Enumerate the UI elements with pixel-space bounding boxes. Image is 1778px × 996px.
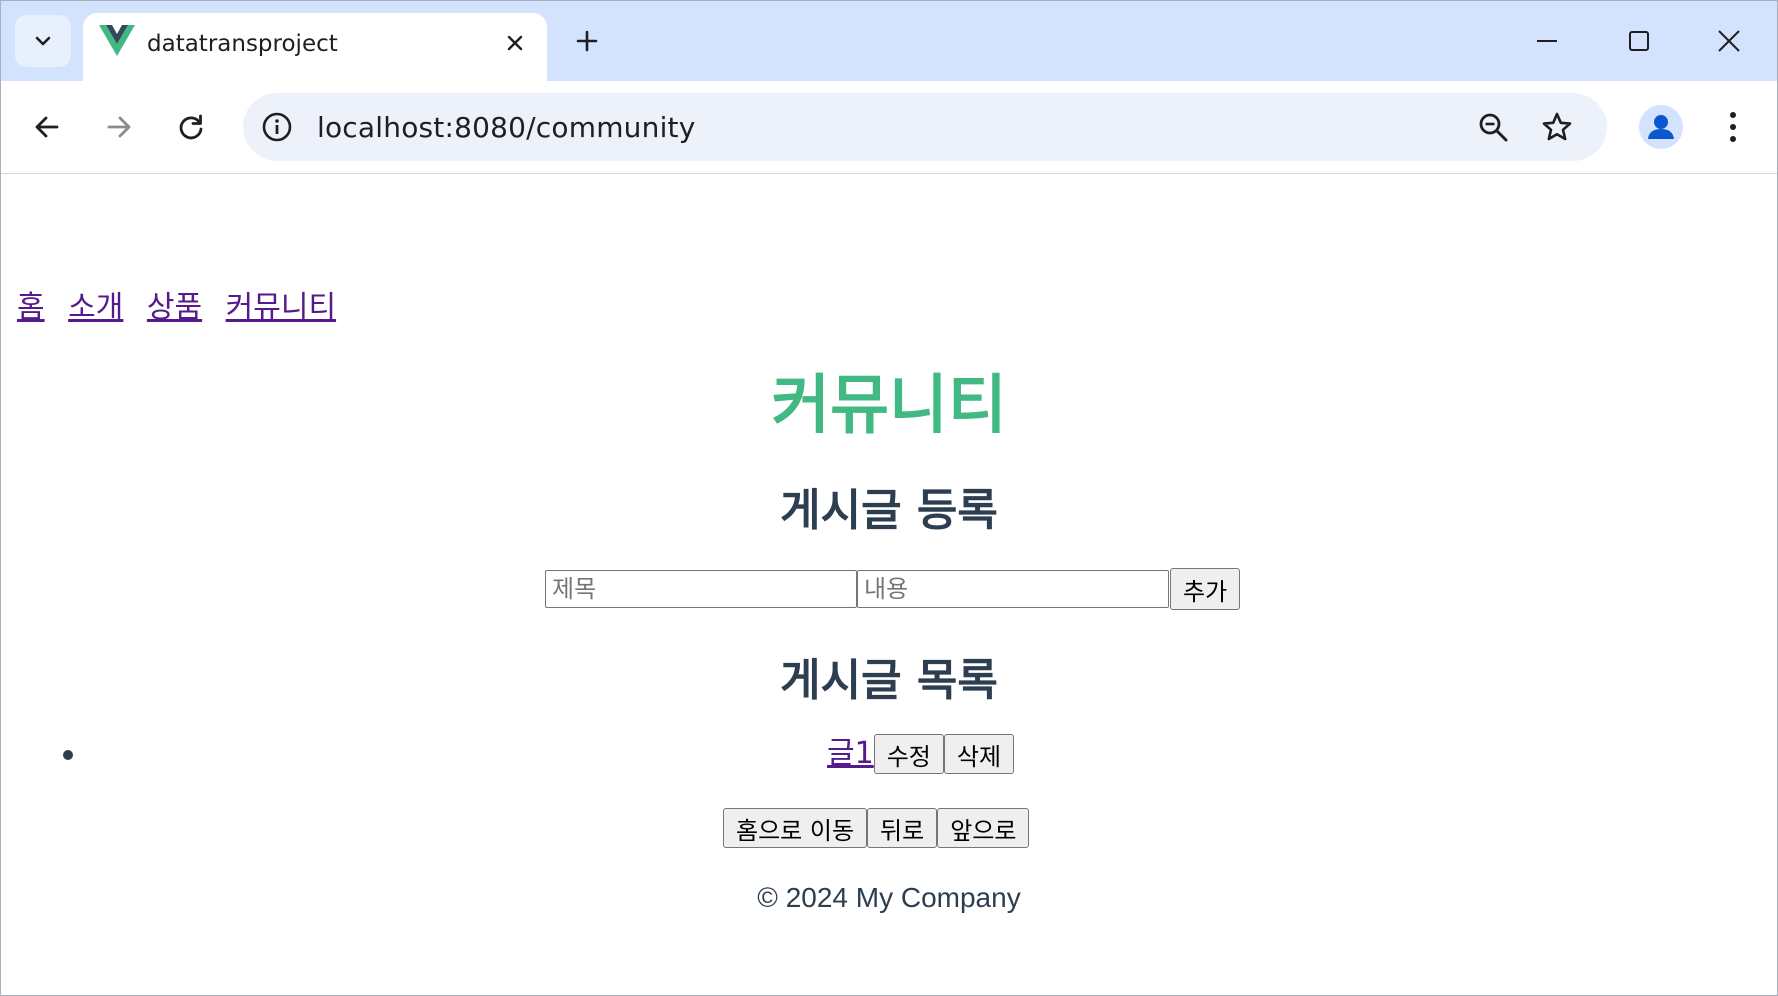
edit-button[interactable]: 수정 bbox=[873, 734, 944, 774]
minimize-icon bbox=[1537, 40, 1557, 42]
bookmark-button[interactable] bbox=[1537, 107, 1577, 147]
post-link[interactable]: 글1 bbox=[827, 734, 874, 774]
zoom-button[interactable] bbox=[1473, 107, 1513, 147]
more-vert-icon bbox=[1730, 112, 1736, 142]
tab-close-button[interactable] bbox=[499, 27, 531, 59]
new-tab-button[interactable] bbox=[567, 21, 607, 61]
go-forward-button[interactable]: 앞으로 bbox=[937, 808, 1030, 848]
nav-link-products[interactable]: 상품 bbox=[147, 290, 202, 325]
close-icon bbox=[507, 35, 523, 51]
minimize-button[interactable] bbox=[1517, 17, 1577, 65]
tab-title: datatransproject bbox=[147, 31, 338, 57]
zoom-out-icon bbox=[1479, 113, 1508, 142]
close-icon bbox=[1718, 30, 1740, 52]
forward-button[interactable] bbox=[95, 103, 143, 151]
tab-search-button[interactable] bbox=[15, 15, 71, 67]
tab-strip: datatransproject bbox=[1, 1, 1777, 81]
register-heading: 게시글 등록 bbox=[780, 485, 998, 536]
list-heading: 게시글 목록 bbox=[780, 655, 998, 706]
nav-link-community[interactable]: 커뮤니티 bbox=[226, 290, 336, 325]
chevron-down-icon bbox=[35, 36, 51, 46]
nav-link-about[interactable]: 소개 bbox=[68, 290, 123, 325]
browser-window: datatransproject localhost:8080/communit… bbox=[0, 0, 1778, 996]
arrow-right-icon bbox=[107, 116, 131, 138]
page-content: 홈 소개 상품 커뮤니티 커뮤니티 게시글 등록 추가 게시글 목록 글1 수정… bbox=[1, 174, 1777, 995]
title-input[interactable] bbox=[545, 570, 857, 608]
info-icon bbox=[262, 112, 292, 142]
navigation-buttons: 홈으로 이동 뒤로 앞으로 bbox=[723, 808, 1030, 848]
page-title: 커뮤니티 bbox=[771, 369, 1007, 443]
delete-button[interactable]: 삭제 bbox=[943, 734, 1015, 774]
plus-icon bbox=[576, 30, 598, 52]
reload-button[interactable] bbox=[167, 103, 215, 151]
profile-button[interactable] bbox=[1639, 105, 1683, 149]
go-home-button[interactable]: 홈으로 이동 bbox=[723, 808, 868, 848]
maximize-icon bbox=[1629, 31, 1649, 51]
top-nav: 홈 소개 상품 커뮤니티 bbox=[17, 282, 350, 326]
post-form: 추가 bbox=[545, 568, 1241, 610]
content-input[interactable] bbox=[857, 570, 1169, 608]
list-bullet bbox=[63, 750, 73, 760]
arrow-left-icon bbox=[35, 116, 59, 138]
star-icon bbox=[1542, 112, 1572, 141]
nav-link-home[interactable]: 홈 bbox=[17, 290, 45, 325]
browser-toolbar: localhost:8080/community bbox=[1, 81, 1777, 174]
footer-text: © 2024 My Company bbox=[757, 882, 1021, 913]
person-icon bbox=[1648, 115, 1674, 139]
add-button[interactable]: 추가 bbox=[1170, 568, 1241, 610]
go-back-button[interactable]: 뒤로 bbox=[867, 808, 938, 848]
back-button[interactable] bbox=[23, 103, 71, 151]
active-tab[interactable]: datatransproject bbox=[83, 13, 547, 81]
address-bar[interactable]: localhost:8080/community bbox=[243, 93, 1607, 161]
reload-icon bbox=[179, 114, 203, 140]
list-item: 글1 수정 삭제 bbox=[827, 734, 1015, 774]
browser-menu-button[interactable] bbox=[1713, 103, 1753, 151]
close-window-button[interactable] bbox=[1699, 17, 1759, 65]
maximize-button[interactable] bbox=[1609, 17, 1669, 65]
site-info-button[interactable] bbox=[257, 107, 297, 147]
vue-logo-icon bbox=[99, 25, 135, 56]
url-text[interactable]: localhost:8080/community bbox=[317, 111, 696, 144]
